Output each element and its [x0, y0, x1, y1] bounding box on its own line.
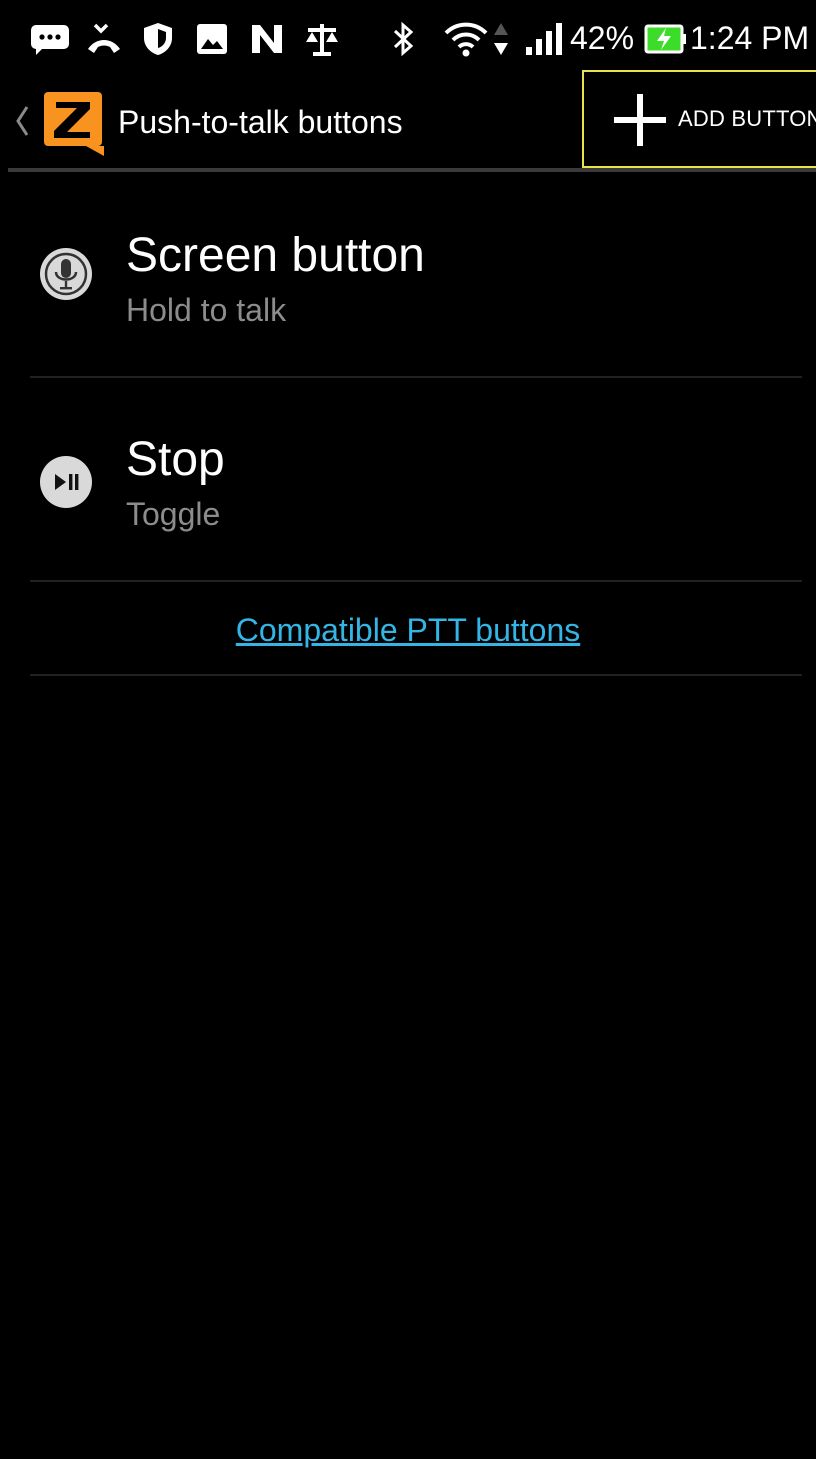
bluetooth-icon — [392, 20, 416, 58]
scales-icon — [304, 20, 340, 58]
shield-icon — [142, 20, 174, 58]
list-item-screen-button[interactable]: Screen button Hold to talk — [8, 172, 816, 376]
microphone-icon — [38, 246, 94, 307]
list-divider — [30, 674, 802, 676]
plus-icon — [612, 92, 668, 153]
play-pause-icon — [38, 454, 94, 515]
wifi-icon — [444, 20, 488, 58]
list-item-subtitle: Hold to talk — [126, 292, 287, 328]
battery-charging-icon — [644, 20, 688, 58]
compatible-ptt-buttons-link[interactable]: Compatible PTT buttons — [0, 608, 816, 652]
list-divider — [30, 580, 802, 582]
missed-call-icon — [86, 20, 122, 58]
zello-logo-icon — [42, 90, 106, 161]
up-navigation-button[interactable] — [8, 76, 114, 168]
page-title: Push-to-talk buttons — [118, 104, 403, 140]
list-item-title: Stop — [126, 433, 225, 486]
status-bar: 42% 1:24 PM — [8, 0, 816, 76]
clock: 1:24 PM — [690, 20, 810, 56]
add-button-label: ADD BUTTON — [678, 106, 816, 131]
add-button[interactable]: ADD BUTTON — [582, 70, 816, 168]
n-app-icon — [250, 20, 284, 58]
battery-percent: 42% — [570, 20, 635, 56]
list-item-subtitle: Toggle — [126, 496, 221, 532]
list-item-stop[interactable]: Stop Toggle — [8, 378, 816, 582]
signal-icon — [514, 20, 568, 58]
action-bar: Push-to-talk buttons ADD BUTTON — [8, 70, 816, 168]
messages-icon — [30, 20, 70, 58]
list-item-title: Screen button — [126, 229, 425, 282]
back-chevron-icon — [14, 104, 30, 143]
gallery-icon — [196, 20, 228, 58]
data-arrows-icon — [492, 20, 510, 58]
